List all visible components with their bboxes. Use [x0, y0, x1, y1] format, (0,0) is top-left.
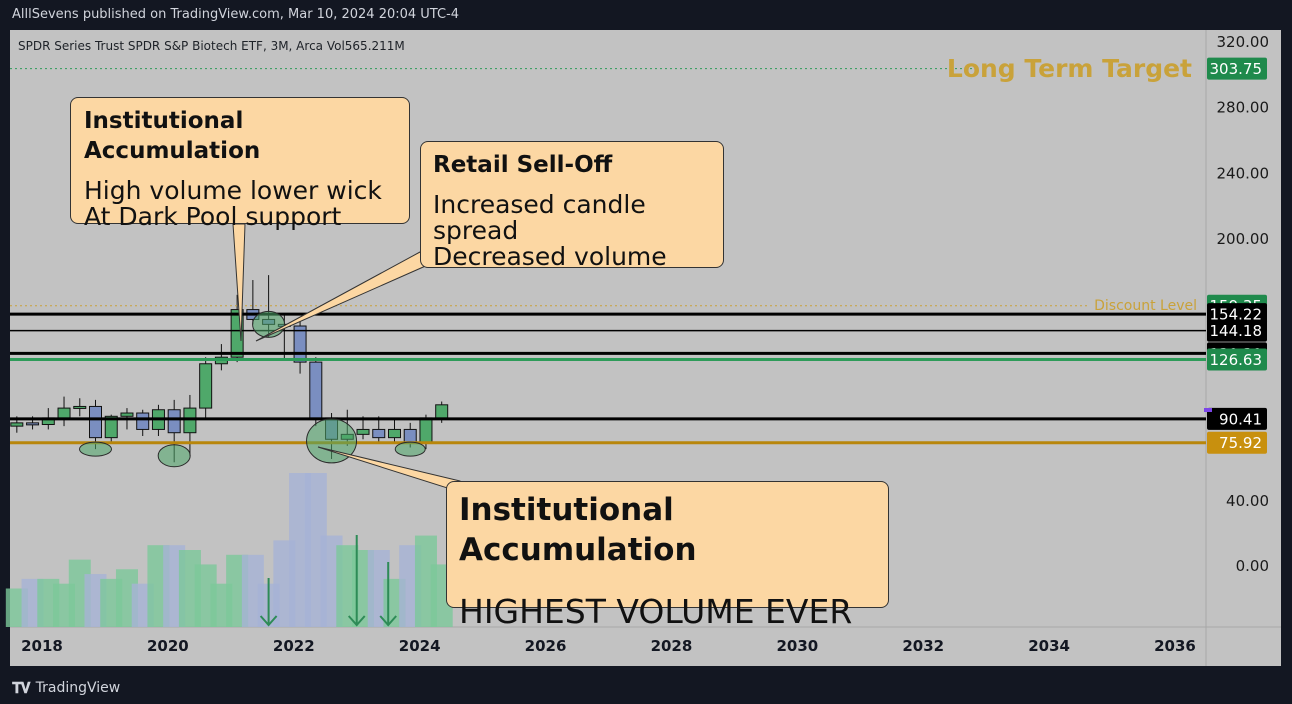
price-badge-label: 144.18 [1210, 322, 1263, 340]
callout-line: At Dark Pool support [84, 202, 342, 231]
x-tick-label: 2018 [21, 637, 63, 655]
x-tick-label: 2020 [147, 637, 189, 655]
x-tick-label: 2022 [273, 637, 315, 655]
long-term-target-label: Long Term Target [947, 54, 1192, 83]
highlight-ellipse [252, 310, 286, 338]
tradingview-logo[interactable]: 𝐓𝐕 TradingView [12, 679, 120, 697]
highlight-ellipse [79, 441, 113, 457]
price-badge-label: 303.75 [1210, 60, 1263, 78]
y-tick-label: 320.00 [1217, 33, 1270, 51]
candle-body [387, 428, 401, 439]
candle-body [120, 412, 134, 417]
candle-body [419, 417, 433, 444]
callout-institutional-accumulation-1: Institutional Accumulation High volume l… [70, 97, 410, 230]
callout-line: Increased candle spread [433, 190, 646, 245]
callout-title: Retail Sell-Off [433, 152, 613, 178]
candle-body [73, 405, 87, 409]
callout-line: High volume lower wick [84, 176, 382, 205]
price-badge-label: 126.63 [1210, 351, 1263, 369]
x-tick-label: 2024 [399, 637, 441, 655]
callout-institutional-accumulation-2: Institutional Accumulation HIGHEST VOLUM… [446, 481, 889, 631]
x-tick-label: 2030 [776, 637, 818, 655]
candle-body [293, 325, 307, 363]
candle-body [26, 422, 40, 426]
candle-body [167, 409, 181, 434]
x-tick-label: 2028 [651, 637, 693, 655]
candle-body [309, 361, 323, 419]
candle-body [10, 422, 24, 427]
candle-body [356, 428, 370, 435]
candle-body [57, 407, 71, 419]
highlight-ellipse [394, 441, 426, 457]
discount-level-label: Discount Level [1094, 298, 1197, 314]
candle-body [89, 405, 103, 439]
y-tick-label: 0.00 [1236, 557, 1269, 575]
tradingview-logo-icon: 𝐓𝐕 [12, 679, 31, 697]
brand-text: TradingView [35, 680, 121, 696]
candle-body [403, 428, 417, 444]
x-tick-label: 2026 [525, 637, 567, 655]
callout-line: Decreased volume [433, 242, 667, 271]
x-tick-label: 2034 [1028, 637, 1070, 655]
callout-title: Institutional Accumulation [84, 108, 261, 164]
callout-title: Institutional Accumulation [459, 492, 697, 568]
candle-body [136, 412, 150, 430]
callout-retail-sell-off: Retail Sell-Off Increased candle spread … [420, 141, 724, 271]
footer: 𝐓𝐕 TradingView [0, 672, 1292, 704]
y-tick-label: 40.00 [1226, 492, 1269, 510]
candle-body [199, 363, 213, 409]
y-tick-label: 200.00 [1217, 230, 1270, 248]
candle-body [435, 404, 449, 419]
x-tick-label: 2032 [902, 637, 944, 655]
callout-line: HIGHEST VOLUME EVER [459, 592, 853, 631]
symbol-line: SPDR Series Trust SPDR S&P Biotech ETF, … [18, 39, 405, 53]
price-badge-label: 75.92 [1219, 434, 1262, 452]
price-badge-label: 90.41 [1219, 410, 1262, 428]
candle-body [372, 428, 386, 439]
y-tick-label: 240.00 [1217, 164, 1270, 182]
x-tick-label: 2036 [1154, 637, 1196, 655]
y-tick-label: 280.00 [1217, 99, 1270, 117]
highlight-ellipse [157, 444, 191, 468]
